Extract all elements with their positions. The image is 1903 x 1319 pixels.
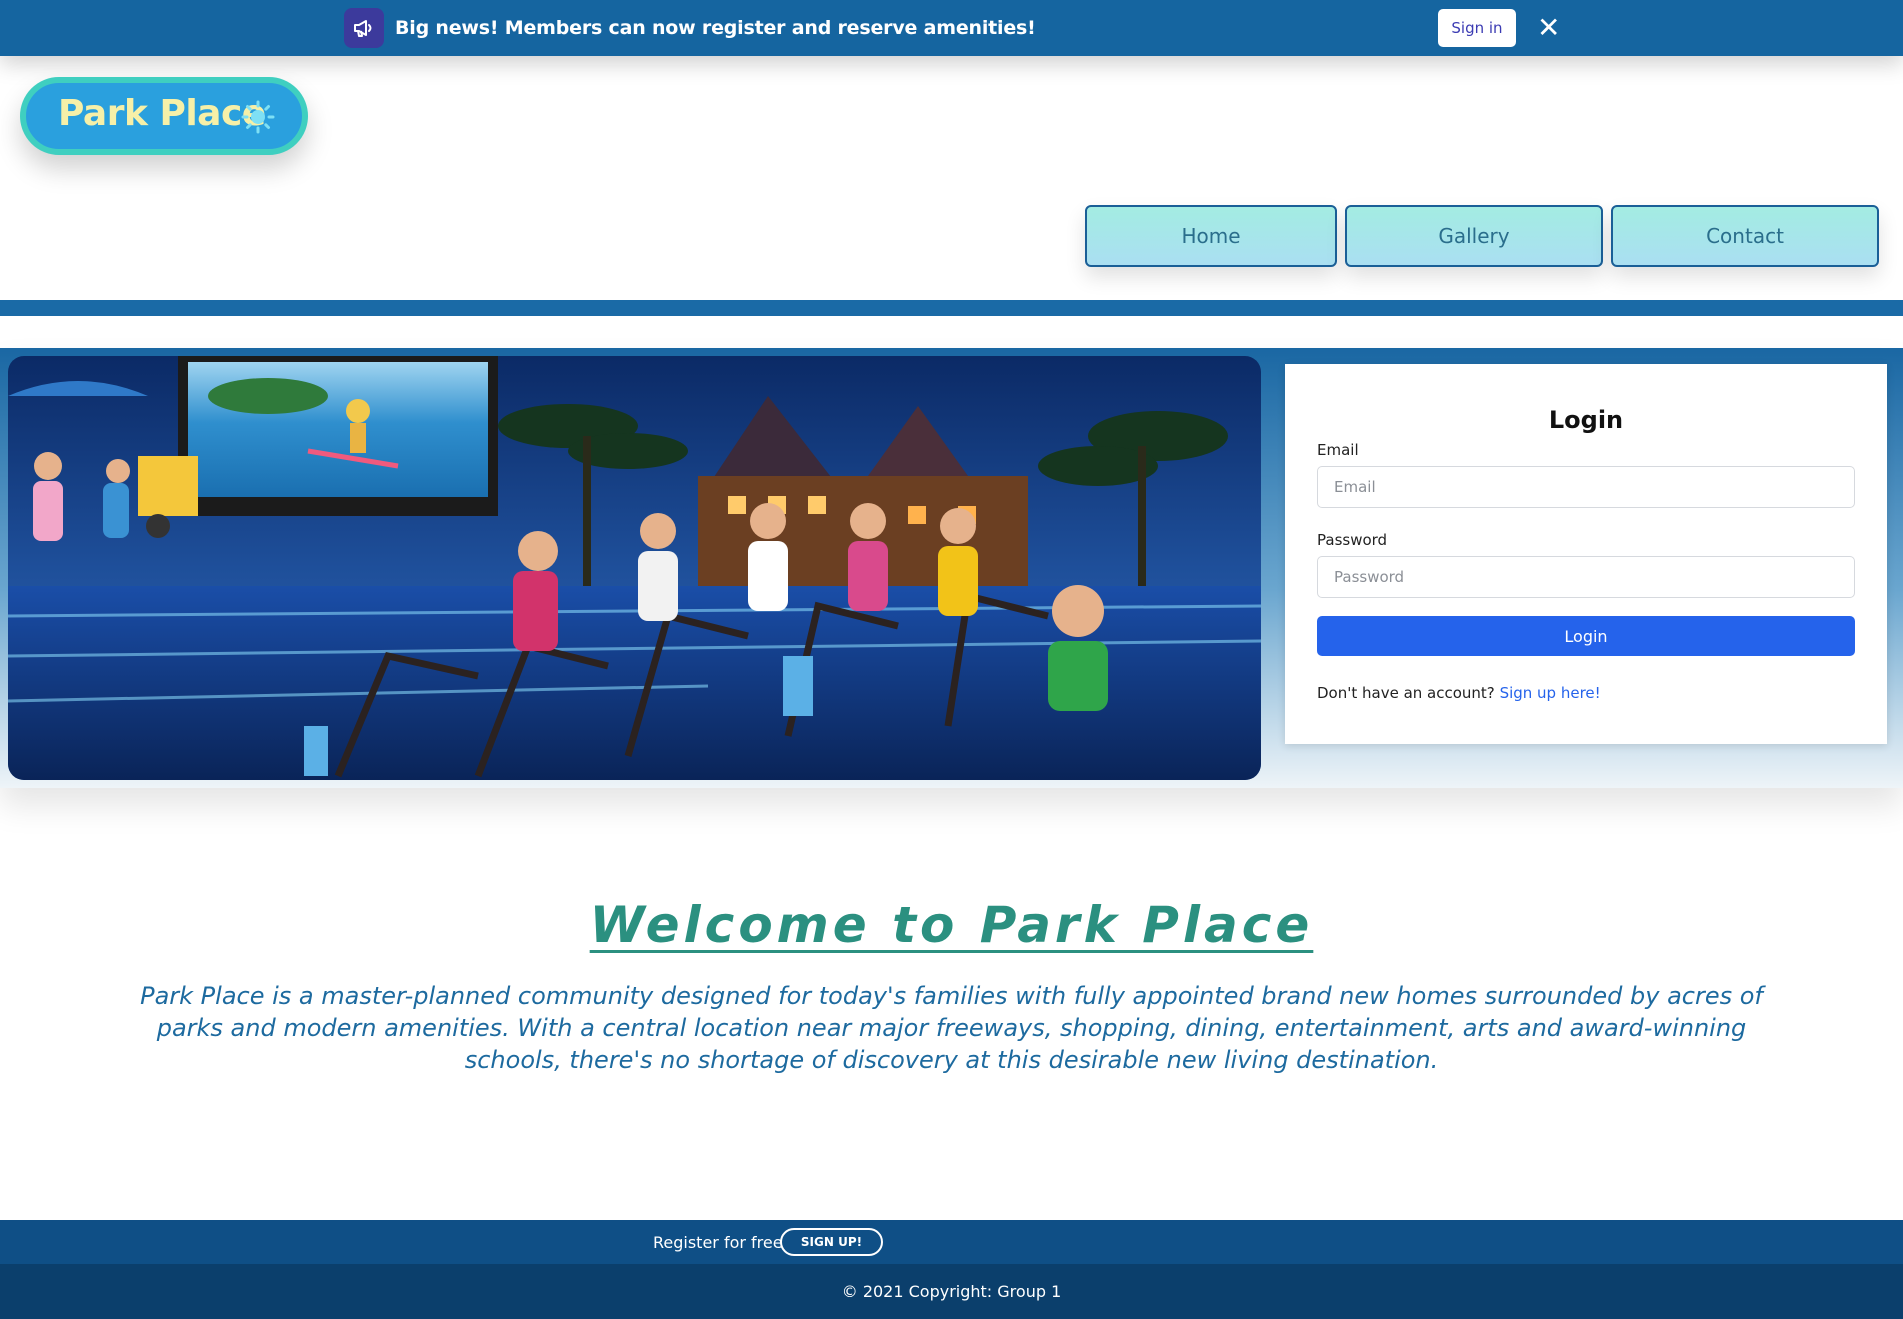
banner-signin-button[interactable]: Sign in [1438, 9, 1516, 47]
sun-icon [241, 100, 275, 134]
banner-message: Big news! Members can now register and r… [395, 17, 1036, 39]
login-button[interactable]: Login [1317, 616, 1855, 656]
login-title: Login [1548, 406, 1624, 434]
login-card: Login Email Password Login Don't have an… [1285, 364, 1887, 744]
announcement-banner: Big news! Members can now register and r… [0, 0, 1903, 56]
hero-image [8, 356, 1261, 780]
footer-signup-button[interactable]: SIGN UP! [780, 1228, 883, 1256]
password-field[interactable] [1317, 556, 1855, 598]
email-label: Email [1317, 441, 1359, 459]
signup-prompt: Don't have an account? [1317, 684, 1495, 702]
copyright-text: © 2021 Copyright: Group 1 [841, 1282, 1062, 1301]
signup-link[interactable]: Sign up here! [1500, 684, 1601, 702]
nav-contact-button[interactable]: Contact [1611, 205, 1879, 267]
close-icon[interactable]: ✕ [1537, 14, 1560, 42]
hero-section: Login Email Password Login Don't have an… [0, 348, 1903, 788]
header-divider [0, 300, 1903, 316]
page-title: Welcome to Park Place [589, 896, 1314, 954]
nav-home-button[interactable]: Home [1085, 205, 1337, 267]
email-field[interactable] [1317, 466, 1855, 508]
footer-register-bar: Register for free SIGN UP! [0, 1220, 1903, 1264]
site-logo[interactable]: Park Place [20, 77, 308, 155]
footer-copyright-bar: © 2021 Copyright: Group 1 [0, 1264, 1903, 1319]
register-text: Register for free [653, 1233, 783, 1252]
intro-paragraph: Park Place is a master-planned community… [140, 982, 1763, 1074]
signup-prompt-line: Don't have an account? Sign up here! [1317, 684, 1601, 702]
logo-text: Park Place [58, 93, 266, 134]
password-label: Password [1317, 531, 1388, 549]
nav-gallery-button[interactable]: Gallery [1345, 205, 1603, 267]
megaphone-icon [344, 8, 384, 48]
